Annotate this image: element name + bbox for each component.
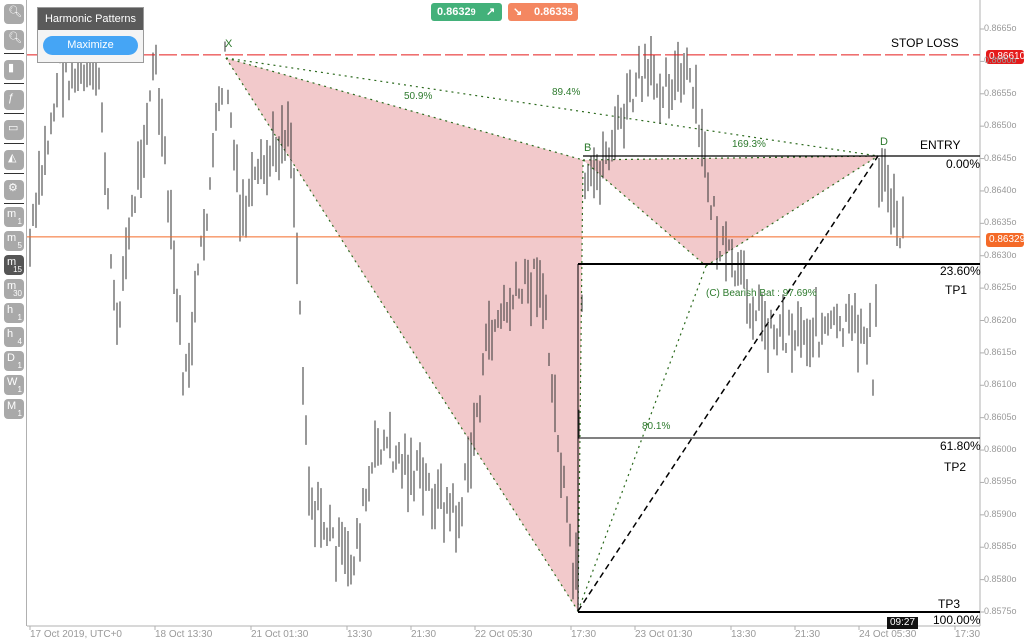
level-23-6-label: 23.60% xyxy=(940,264,981,278)
ratio-ac-label: 80.1% xyxy=(642,421,671,432)
time-tick: 21 Oct 01:30 xyxy=(251,629,309,640)
level-0-label: 0.00% xyxy=(946,157,981,171)
price-tick: 0.8665o xyxy=(984,23,1017,33)
ratio-xd-label: 89.4% xyxy=(552,87,581,98)
price-tick: 0.8655o xyxy=(984,87,1017,98)
time-tick: 13:30 xyxy=(731,629,757,640)
timeframe-h1[interactable]: h1 xyxy=(4,303,24,323)
left-toolbar: 🔍︎ 🔍︎ ▮ ƒ ▭ ◭ ⚙ m 1 m 5 m 15 m 30 h 1 h 4 D 1 W 1 M 1 xyxy=(0,0,27,643)
time-tick: 21:30 xyxy=(795,629,821,640)
maximize-button[interactable]: Maximize xyxy=(43,36,138,55)
timeframe-m1[interactable]: m1 xyxy=(4,207,24,227)
ask-price-button[interactable]: ↘ 0.86335 xyxy=(508,3,578,21)
pattern-triangle-bcd xyxy=(583,156,878,266)
price-tick: 0.8590o xyxy=(984,508,1017,519)
harmonic-patterns-panel: Harmonic Patterns Maximize xyxy=(37,7,144,63)
robot-icon[interactable]: ▭ xyxy=(4,120,24,140)
timeframe-m15[interactable]: m 15 xyxy=(4,255,24,275)
level-61-8-label: 61.80% xyxy=(940,439,981,453)
time-tick: 18 Oct 13:30 xyxy=(155,629,213,640)
point-d-label: D xyxy=(880,136,888,148)
toolbar-separator xyxy=(4,173,24,174)
price-tick: 0.8575o xyxy=(984,606,1017,616)
price-tick: 0.8650o xyxy=(984,120,1017,131)
timeframe-m5[interactable]: m5 xyxy=(4,231,24,251)
level-100-label: 100.00% xyxy=(933,613,981,627)
chart-settings-icon[interactable]: ⚙ xyxy=(4,180,24,200)
panel-title: Harmonic Patterns xyxy=(38,8,143,30)
bid-price-button[interactable]: 0.86329 ↗ xyxy=(431,3,502,21)
pattern-name-label: (C) Bearish Bat : 97.69% xyxy=(706,288,817,299)
timeframe-M1[interactable]: M1 xyxy=(4,399,24,419)
time-tick: 21:30 xyxy=(411,629,437,640)
time-tick: 13:30 xyxy=(347,629,373,640)
price-tick: 0.8625o xyxy=(984,282,1017,293)
price-tick: 0.8595o xyxy=(984,476,1017,487)
time-tick: 22 Oct 05:30 xyxy=(475,629,533,640)
toolbar-separator xyxy=(4,143,24,144)
toolbar-separator xyxy=(4,113,24,114)
price-tick: 0.8620o xyxy=(984,314,1017,325)
price-tick: 0.8615o xyxy=(984,346,1017,357)
timeframe-W1[interactable]: W1 xyxy=(4,375,24,395)
drawing-tools-icon[interactable]: ◭ xyxy=(4,150,24,170)
entry-label: ENTRY xyxy=(920,138,961,152)
ratio-xb-label: 50.9% xyxy=(404,91,433,102)
arrow-up-right-icon: ↗ xyxy=(486,6,496,18)
time-tick: 17:30 xyxy=(955,629,981,640)
time-tick: 17 Oct 2019, UTC+0 xyxy=(30,629,122,640)
point-x-label: X xyxy=(225,38,233,50)
timeframe-h4[interactable]: h4 xyxy=(4,327,24,347)
price-tick: 0.8630o xyxy=(984,249,1017,260)
tp2-label: TP2 xyxy=(944,460,967,474)
toolbar-separator xyxy=(4,83,24,84)
price-chart[interactable] xyxy=(0,0,1025,643)
chart-left-border xyxy=(26,0,27,626)
price-tick: 0.8585o xyxy=(984,541,1017,552)
price-tick: 0.8580o xyxy=(984,573,1017,584)
chart-type-icon[interactable]: ▮ xyxy=(4,60,24,80)
current-time-badge: 09:27 xyxy=(887,617,919,629)
toolbar-separator xyxy=(4,203,24,204)
price-tick: 0.8610o xyxy=(984,379,1017,390)
pattern-triangle-xab xyxy=(226,58,583,611)
ratio-bd-label: 169.3% xyxy=(732,139,766,150)
toolbar-separator xyxy=(4,53,24,54)
tp1-label: TP1 xyxy=(945,283,968,297)
point-b-label: B xyxy=(584,142,592,154)
stop-loss-label: STOP LOSS xyxy=(891,36,959,50)
price-tick: 0.8635o xyxy=(984,217,1017,228)
indicators-icon[interactable]: ƒ xyxy=(4,90,24,110)
timeframe-m30[interactable]: m 30 xyxy=(4,279,24,299)
price-tick: 0.8600o xyxy=(984,444,1017,455)
current-price-badge: 0.86329 xyxy=(986,233,1025,247)
zoom-in-icon[interactable]: 🔍︎ xyxy=(4,4,24,24)
time-tick: 24 Oct 05:30 xyxy=(859,629,917,640)
time-tick: 17:30 xyxy=(571,629,597,640)
bid-price: 0.86329 xyxy=(437,6,476,18)
time-tick: 23 Oct 01:30 xyxy=(635,629,693,640)
timeframe-D1[interactable]: D1 xyxy=(4,351,24,371)
price-tick: 0.8605o xyxy=(984,411,1017,422)
tp3-label: TP3 xyxy=(938,597,961,611)
zoom-out-icon[interactable]: 🔍︎ xyxy=(4,30,24,50)
price-tick: 0.8660o xyxy=(984,55,1017,66)
ask-price: 0.86335 xyxy=(534,6,573,18)
arrow-down-right-icon: ↘ xyxy=(513,6,523,18)
price-tick: 0.8640o xyxy=(984,184,1017,195)
price-tick: 0.8645o xyxy=(984,152,1017,163)
